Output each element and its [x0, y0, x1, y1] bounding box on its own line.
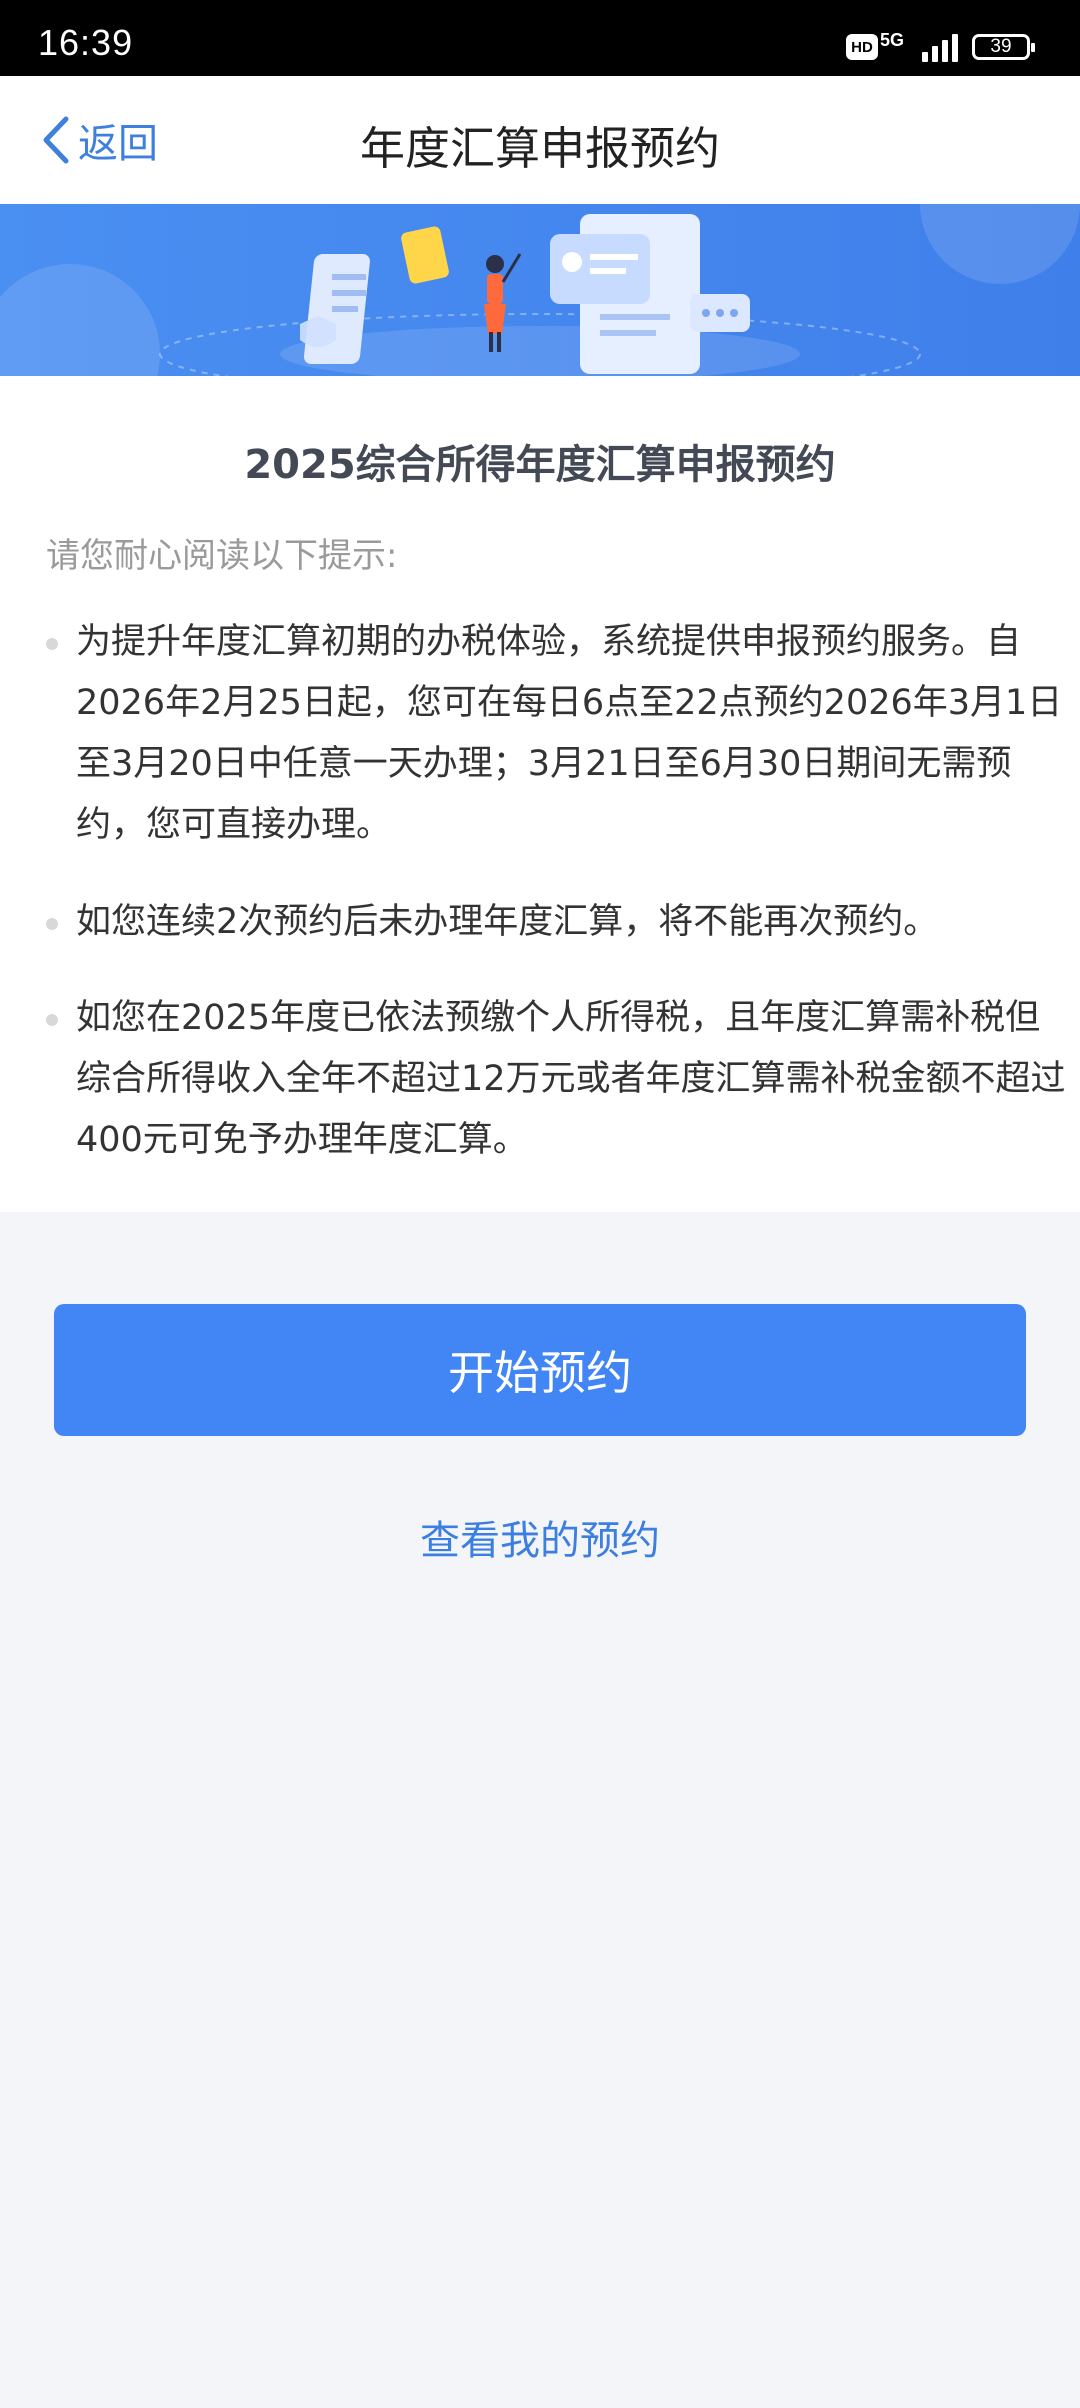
bullet-dot [46, 918, 58, 930]
nav-bar: 返回 年度汇算申报预约 [0, 76, 1080, 204]
hd-icon: HD [846, 34, 878, 60]
tip-text: 如您连续2次预约后未办理年度汇算，将不能再次预约。 [76, 902, 939, 942]
banner-illustration [0, 204, 1080, 376]
banner-graphic [0, 204, 1080, 376]
tip-text: 如您在2025年度已依法预缴个人所得税，且年度汇算需补税但综合所得收入全年不超过… [76, 998, 1066, 1160]
list-item: 如您连续2次预约后未办理年度汇算，将不能再次预约。 [46, 892, 1066, 953]
battery-icon: 39 [972, 34, 1035, 60]
bullet-dot [46, 1014, 58, 1026]
status-time: 16:39 [38, 22, 134, 63]
bullet-dot [46, 638, 58, 650]
battery-level: 39 [990, 36, 1012, 57]
status-icons: HD 39 [846, 30, 1035, 64]
view-my-reservations-link[interactable]: 查看我的预约 [0, 1508, 1080, 1566]
list-item: 为提升年度汇算初期的办税体验，系统提供申报预约服务。自2026年2月25日起，您… [46, 612, 1066, 856]
tip-text: 为提升年度汇算初期的办税体验，系统提供申报预约服务。自2026年2月25日起，您… [76, 622, 1063, 845]
status-bar: 16:39 5G HD 39 [0, 0, 1080, 76]
signal-icon [922, 32, 958, 62]
content-card: 2025综合所得年度汇算申报预约 请您耐心阅读以下提示: 为提升年度汇算初期的办… [0, 376, 1080, 1212]
list-item: 如您在2025年度已依法预缴个人所得税，且年度汇算需补税但综合所得收入全年不超过… [46, 988, 1066, 1171]
start-reservation-button[interactable]: 开始预约 [54, 1304, 1026, 1436]
page-title: 年度汇算申报预约 [359, 122, 720, 175]
hint-intro: 请您耐心阅读以下提示: [46, 536, 398, 576]
content-title: 2025综合所得年度汇算申报预约 [244, 442, 836, 488]
